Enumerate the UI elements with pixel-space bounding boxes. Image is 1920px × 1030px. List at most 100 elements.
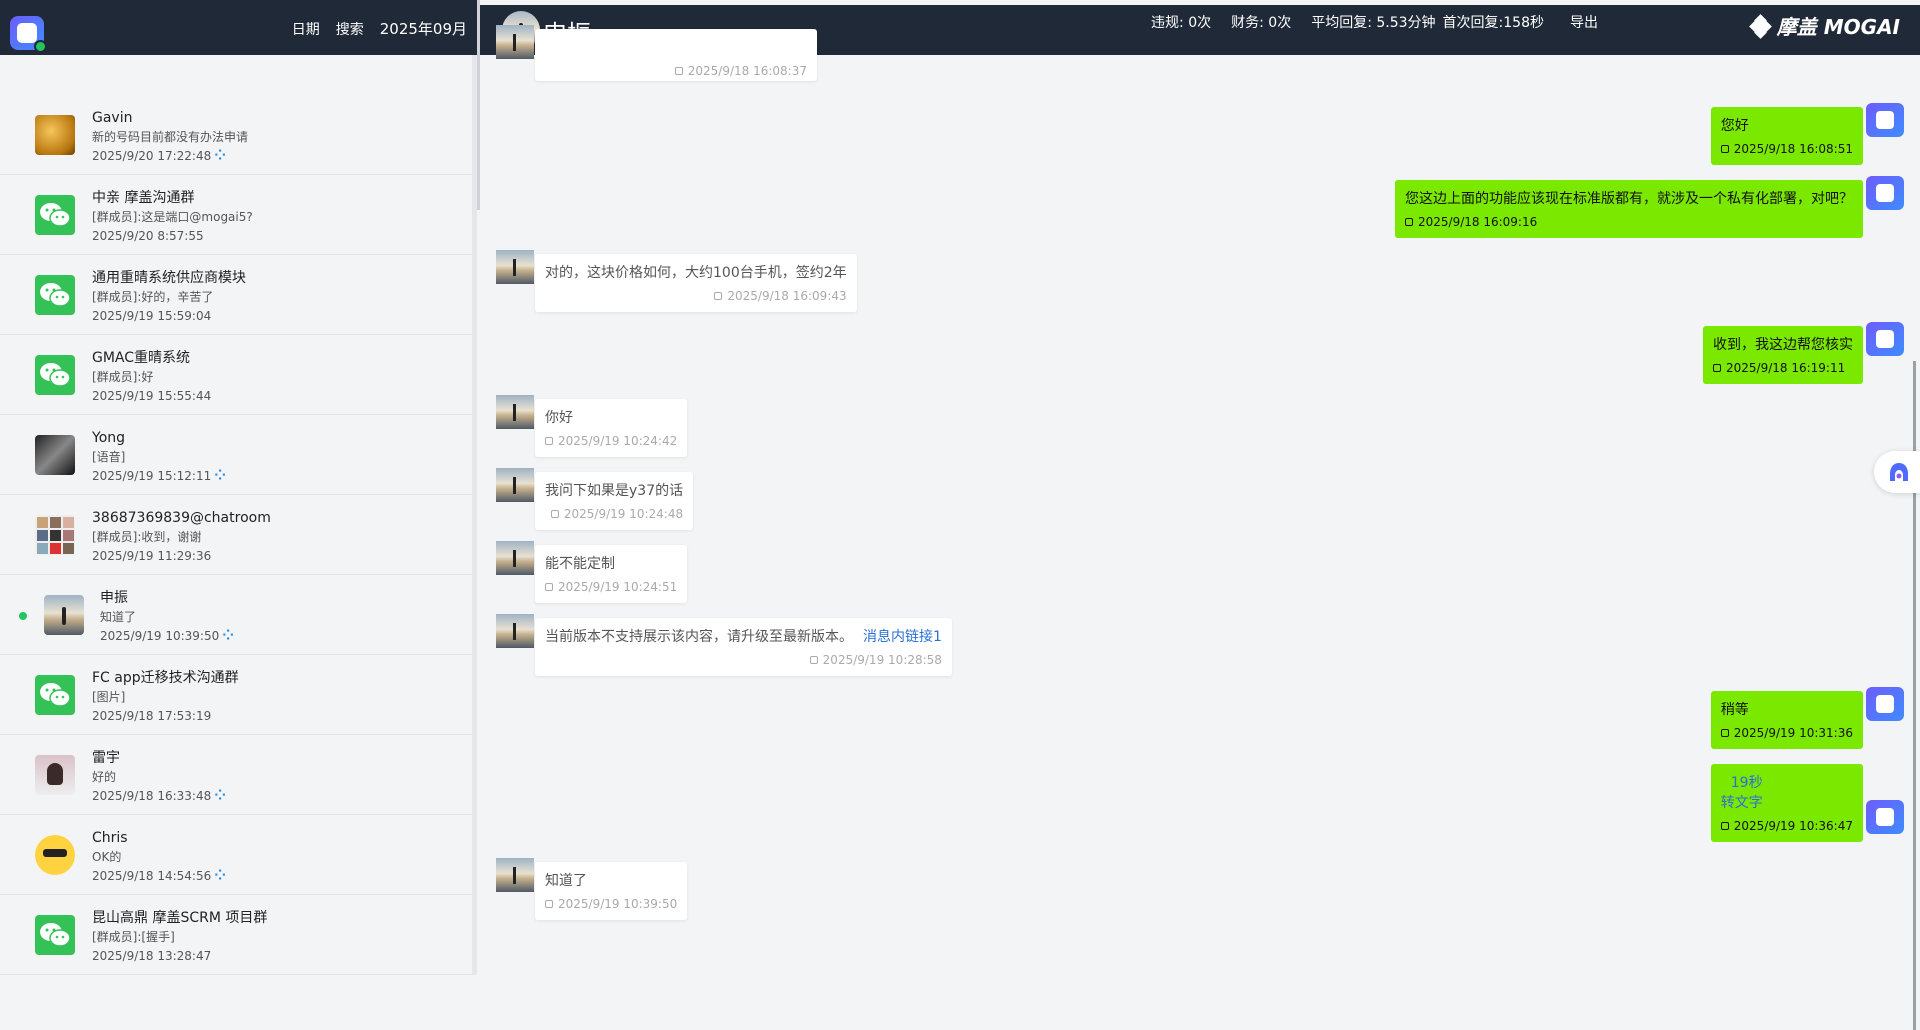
message-text: 能不能定制 xyxy=(545,556,615,572)
month-selector[interactable]: 2025年09月 xyxy=(380,18,467,39)
chat-stats: 违规: 0次 财务: 0次 平均回复: 5.53分钟 首次回复:158秒 xyxy=(1151,12,1544,32)
assistant-floating-button[interactable] xyxy=(1874,451,1920,493)
mogai-logo-icon xyxy=(1748,13,1772,39)
cartoon-icon xyxy=(35,835,75,875)
clock-icon xyxy=(1713,364,1721,372)
conversation-time: 2025/9/20 8:57:55 xyxy=(92,229,204,243)
message-bubble[interactable]: 我问下如果是y37的话 2025/9/19 10:24:48 xyxy=(535,472,694,530)
message-bubble[interactable]: 您这边上面的功能应该现在标准版都有，就涉及一个私有化部署，对吧？ 2025/9/… xyxy=(1395,180,1863,238)
group-grid-icon xyxy=(35,515,75,555)
conversation-item[interactable]: GMAC重晴系统 [群成员]:好 2025/9/19 15:55:44 xyxy=(0,335,472,415)
message-text: 收到，我这边帮您核实 xyxy=(1713,337,1853,353)
sender-avatar xyxy=(496,858,534,892)
conversation-preview: [群成员]:好 xyxy=(92,370,154,384)
wechat-icon xyxy=(35,195,75,235)
conversation-item[interactable]: Yong [语音] 2025/9/19 15:12:11 ⁘ xyxy=(0,415,472,495)
active-indicator-dot xyxy=(19,612,27,620)
clock-icon xyxy=(809,656,818,664)
conversation-item[interactable]: Chris OK的 2025/9/18 14:54:56 ⁘ xyxy=(0,815,472,895)
date-filter-button[interactable]: 日期 xyxy=(292,19,320,39)
conversation-time: 2025/9/19 15:55:44 xyxy=(92,389,212,403)
conversation-sidebar: 日期 搜索 2025年09月 Gavin 新的号码目前都没有办法申请 2025/… xyxy=(0,0,477,975)
conversation-name: GMAC重晴系统 xyxy=(92,350,191,366)
loading-spinner-icon: ⁘ xyxy=(214,868,226,884)
conversation-name: 申振 xyxy=(100,590,128,606)
message-time: 2025/9/19 10:24:51 xyxy=(558,580,678,594)
message-text: 您好 xyxy=(1720,118,1749,134)
wechat-icon xyxy=(35,355,75,395)
message-bubble[interactable]: 您好 2025/9/18 16:08:51 xyxy=(1710,107,1863,165)
sender-avatar xyxy=(496,468,534,502)
conversation-name: 38687369839@chatroom xyxy=(92,510,271,526)
conversation-item[interactable]: 雷宇 好的 2025/9/18 16:33:48 ⁘ xyxy=(0,735,472,815)
conversation-name: 昆山高鼎 摩盖SCRM 项目群 xyxy=(92,910,268,926)
agent-avatar xyxy=(1866,800,1904,834)
clock-icon xyxy=(1405,218,1413,226)
clock-icon xyxy=(550,510,559,518)
conversation-time: 2025/9/19 11:29:36 xyxy=(92,549,212,563)
conversation-time: 2025/9/18 16:33:48 xyxy=(92,789,212,803)
conversation-preview: [群成员]:这是端口@mogai5? xyxy=(92,210,253,224)
message-bubble[interactable]: 知道了 2025/9/19 10:39:50 xyxy=(535,862,688,920)
message-bubble[interactable]: 你好 2025/9/19 10:24:42 xyxy=(535,399,688,457)
message-time: 2025/9/19 10:24:48 xyxy=(563,507,684,521)
message-list: 2025/9/18 16:08:37 您好 2025/9/18 16:08:51… xyxy=(480,25,1920,1030)
voice-duration[interactable]: 19秒 xyxy=(1721,773,1853,793)
wechat-icon xyxy=(35,675,75,715)
export-button[interactable]: 导出 xyxy=(1570,12,1598,32)
conversation-time: 2025/9/18 17:53:19 xyxy=(92,709,212,723)
conversation-name: 通用重晴系统供应商模块 xyxy=(92,270,246,286)
conversation-time: 2025/9/20 17:22:48 xyxy=(92,149,212,163)
message-text: 当前版本不支持展示该内容，请升级至最新版本。 xyxy=(545,629,853,645)
brand-logo: 摩盖 MOGAI xyxy=(1748,11,1900,40)
conversation-name: 中亲 摩盖沟通群 xyxy=(92,190,195,206)
message-bubble[interactable]: 能不能定制 2025/9/19 10:24:51 xyxy=(535,545,688,603)
conversation-preview: 知道了 xyxy=(100,610,137,624)
sender-avatar xyxy=(496,541,534,575)
conversation-item[interactable]: FC app迁移技术沟通群 [图片] 2025/9/18 17:53:19 xyxy=(0,655,472,735)
message-text: 对的，这块价格如何，大约100台手机，签约2年 xyxy=(545,265,847,281)
message-text: 我问下如果是y37的话 xyxy=(545,483,684,499)
conversation-name: Chris xyxy=(92,830,128,846)
message-bubble[interactable]: 收到，我这边帮您核实 2025/9/18 16:19:11 xyxy=(1703,326,1863,384)
conversation-preview: [语音] xyxy=(92,450,126,464)
agent-avatar xyxy=(1866,103,1904,137)
conversation-name: 雷宇 xyxy=(92,750,120,766)
conversation-preview: OK的 xyxy=(92,850,122,864)
message-bubble[interactable]: 当前版本不支持展示该内容，请升级至最新版本。 消息内链接1 2025/9/19 1… xyxy=(535,618,952,676)
message-link[interactable]: 消息内链接1 xyxy=(863,629,942,645)
conversation-time: 2025/9/18 14:54:56 xyxy=(92,869,212,883)
conversation-preview: 好的 xyxy=(92,770,117,784)
clock-icon xyxy=(545,900,553,908)
conversation-item[interactable]: Gavin 新的号码目前都没有办法申请 2025/9/20 17:22:48 ⁘ xyxy=(0,95,472,175)
voice-message-bubble[interactable]: 19秒 转文字 2025/9/19 10:36:47 xyxy=(1710,764,1863,842)
message-time: 2025/9/19 10:28:58 xyxy=(822,653,942,667)
conversation-name: Yong xyxy=(92,430,126,446)
clock-icon xyxy=(1720,822,1729,830)
conversation-preview: [群成员]:收到，谢谢 xyxy=(92,530,202,544)
message-time: 2025/9/19 10:24:42 xyxy=(558,434,678,448)
conversation-item[interactable]: 通用重晴系统供应商模块 [群成员]:好的，辛苦了 2025/9/19 15:59… xyxy=(0,255,472,335)
message-bubble[interactable]: 对的，这块价格如何，大约100台手机，签约2年 2025/9/18 16:09:… xyxy=(535,254,857,312)
message-text: 知道了 xyxy=(545,873,587,889)
voice-to-text-button[interactable]: 转文字 xyxy=(1721,793,1853,813)
online-status-dot xyxy=(34,40,47,53)
conversation-preview: 新的号码目前都没有办法申请 xyxy=(92,130,249,144)
search-button[interactable]: 搜索 xyxy=(336,19,364,39)
app-logo-mark xyxy=(17,23,37,43)
clock-icon xyxy=(714,292,723,300)
conversation-item-active[interactable]: 申振 知道了 2025/9/19 10:39:50 ⁘ xyxy=(0,575,472,655)
message-bubble[interactable]: 2025/9/18 16:08:37 xyxy=(535,29,817,81)
conversation-item[interactable]: 中亲 摩盖沟通群 [群成员]:这是端口@mogai5? 2025/9/20 8:… xyxy=(0,175,472,255)
wechat-icon xyxy=(35,275,75,315)
conversation-item[interactable]: 昆山高鼎 摩盖SCRM 项目群 [群成员]:[握手] 2025/9/18 13:… xyxy=(0,895,472,975)
message-text xyxy=(545,38,807,58)
message-time: 2025/9/18 16:19:11 xyxy=(1726,361,1846,375)
message-time: 2025/9/19 10:39:50 xyxy=(558,897,678,911)
message-time: 2025/9/19 10:31:36 xyxy=(1733,726,1853,740)
app-logo[interactable] xyxy=(10,16,47,53)
conversation-preview: [群成员]:[握手] xyxy=(92,930,175,944)
message-bubble[interactable]: 稍等 2025/9/19 10:31:36 xyxy=(1710,691,1863,749)
agent-avatar xyxy=(1866,687,1904,721)
conversation-item[interactable]: 38687369839@chatroom [群成员]:收到，谢谢 2025/9/… xyxy=(0,495,472,575)
